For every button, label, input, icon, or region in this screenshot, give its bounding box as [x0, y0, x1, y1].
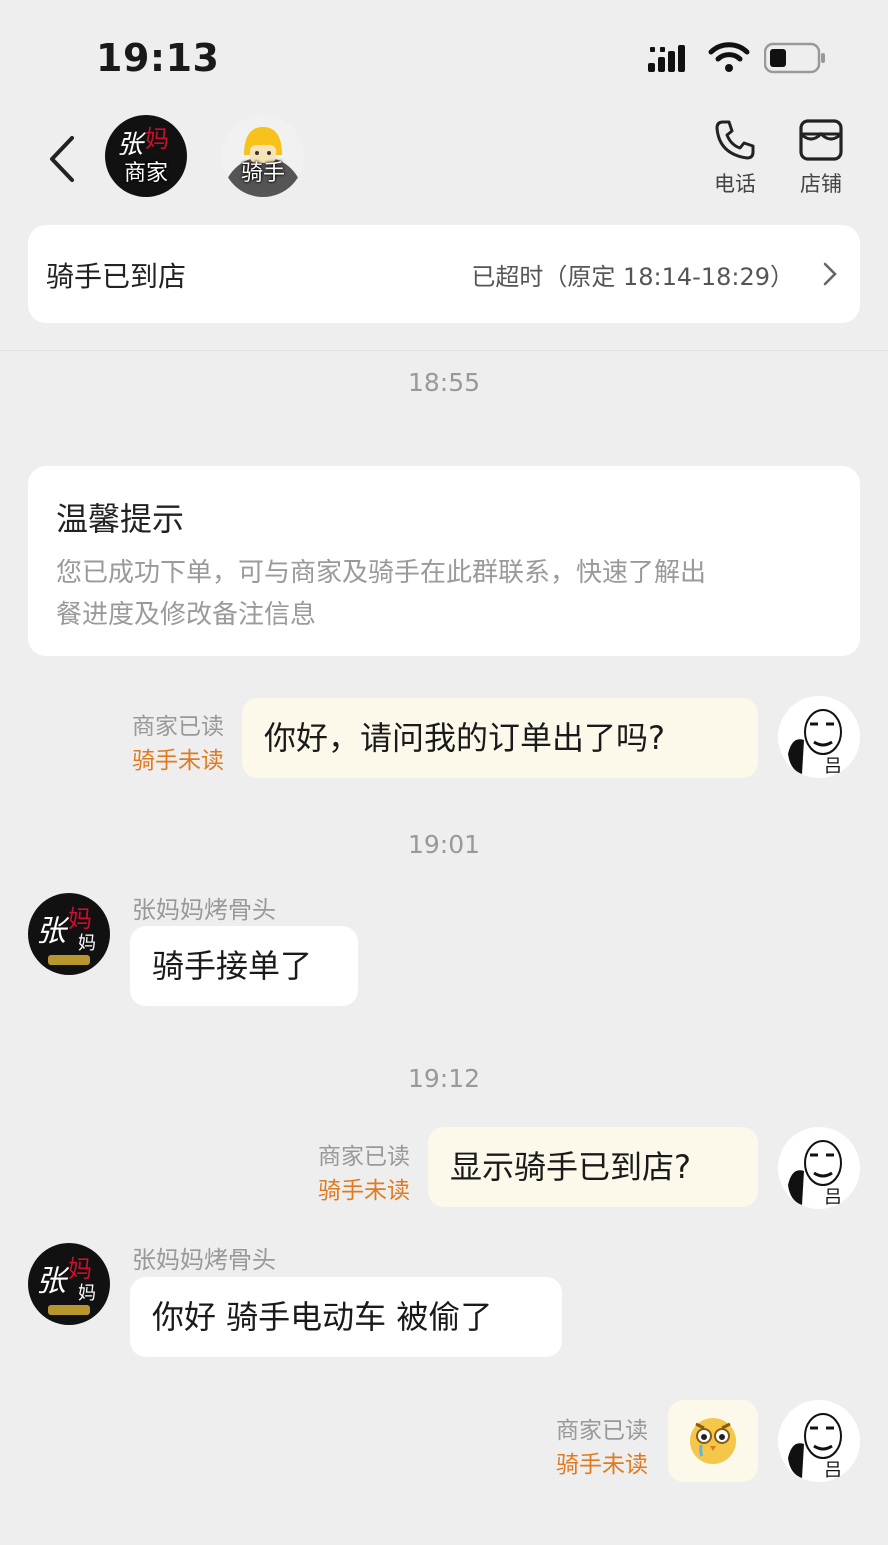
tip-title: 温馨提示 [56, 500, 185, 538]
read-status: 商家已读 骑手未读 [286, 1140, 410, 1208]
svg-text:吕: 吕 [824, 756, 842, 777]
order-timeout-text: 已超时（原定 18:14-18:29） [471, 263, 794, 291]
tip-body-line: 您已成功下单，可与商家及骑手在此群联系，快速了解出 [56, 558, 707, 588]
message-bubble-incoming[interactable]: 你好 骑手电动车 被偷了 [130, 1277, 562, 1357]
svg-text:妈: 妈 [145, 125, 169, 153]
svg-text:张: 张 [36, 1264, 70, 1299]
crying-owl-emoji-icon [690, 1418, 736, 1464]
merchant-logo-icon: 张 妈 妈 [36, 905, 96, 965]
battery-icon [764, 42, 825, 74]
chat-timestamp: 19:01 [407, 830, 481, 859]
svg-text:张: 张 [36, 914, 70, 949]
merchant-read-label: 商家已读 [318, 1144, 410, 1170]
message-bubble-outgoing-emoji[interactable] [668, 1400, 758, 1482]
user-avatar[interactable]: 吕 [778, 1127, 860, 1209]
rider-avatar[interactable]: 骑手 [222, 115, 304, 197]
store-icon [799, 119, 843, 161]
phone-icon [715, 120, 755, 160]
order-status-card[interactable]: 骑手已到店 已超时（原定 18:14-18:29） [28, 225, 860, 323]
merchant-message-avatar[interactable]: 张 妈 妈 [28, 1243, 110, 1325]
svg-text:妈: 妈 [68, 905, 92, 933]
cellular-signal-icon [648, 45, 685, 72]
call-label: 电话 [714, 172, 756, 196]
meme-face-icon: 吕 [788, 1413, 842, 1481]
tip-body: 您已成功下单，可与商家及骑手在此群联系，快速了解出 餐进度及修改备注信息 [56, 552, 832, 636]
chat-timestamp: 19:12 [407, 1064, 481, 1093]
call-button[interactable]: 电话 [700, 118, 770, 198]
rider-unread-label: 骑手未读 [556, 1452, 648, 1478]
sender-name: 张妈妈烤骨头 [132, 1246, 276, 1274]
merchant-logo-icon: 张 妈 妈 [36, 1255, 96, 1315]
svg-text:妈: 妈 [68, 1255, 92, 1283]
merchant-avatar[interactable]: 张 妈 商家 [105, 115, 187, 197]
rider-unread-label: 骑手未读 [318, 1178, 410, 1204]
svg-text:妈: 妈 [78, 1283, 96, 1304]
tip-card: 温馨提示 您已成功下单，可与商家及骑手在此群联系，快速了解出 餐进度及修改备注信… [28, 466, 860, 656]
meme-face-icon: 吕 [788, 709, 842, 777]
rider-unread-label: 骑手未读 [132, 748, 224, 774]
user-avatar[interactable]: 吕 [778, 1400, 860, 1482]
merchant-read-label: 商家已读 [556, 1418, 648, 1444]
merchant-message-avatar[interactable]: 张 妈 妈 [28, 893, 110, 975]
store-button[interactable]: 店铺 [786, 118, 856, 198]
merchant-read-label: 商家已读 [132, 714, 224, 740]
chevron-right-icon [823, 262, 837, 286]
svg-text:吕: 吕 [824, 1187, 842, 1208]
chat-header: 张 妈 商家 骑手 电话 店铺 [0, 110, 888, 210]
user-avatar[interactable]: 吕 [778, 696, 860, 778]
header-divider [0, 350, 888, 351]
message-bubble-incoming[interactable]: 骑手接单了 [130, 926, 358, 1006]
svg-text:妈: 妈 [78, 933, 96, 954]
read-status: 商家已读 骑手未读 [524, 1414, 648, 1482]
status-bar: 19:13 [0, 0, 888, 110]
merchant-avatar-label: 商家 [123, 161, 168, 186]
sender-name: 张妈妈烤骨头 [132, 896, 276, 924]
meme-face-icon: 吕 [788, 1140, 842, 1208]
status-time: 19:13 [96, 36, 220, 80]
store-label: 店铺 [800, 172, 842, 196]
wifi-icon [708, 42, 750, 72]
svg-text:吕: 吕 [824, 1460, 842, 1481]
back-arrow-icon[interactable] [40, 132, 84, 186]
rider-avatar-label: 骑手 [240, 161, 285, 186]
tip-body-line: 餐进度及修改备注信息 [56, 600, 317, 630]
chat-timestamp: 18:55 [407, 368, 481, 397]
message-bubble-outgoing[interactable]: 显示骑手已到店? [428, 1127, 758, 1207]
read-status: 商家已读 骑手未读 [100, 710, 224, 778]
message-bubble-outgoing[interactable]: 你好，请问我的订单出了吗? [242, 698, 758, 778]
order-status-title: 骑手已到店 [46, 260, 187, 293]
